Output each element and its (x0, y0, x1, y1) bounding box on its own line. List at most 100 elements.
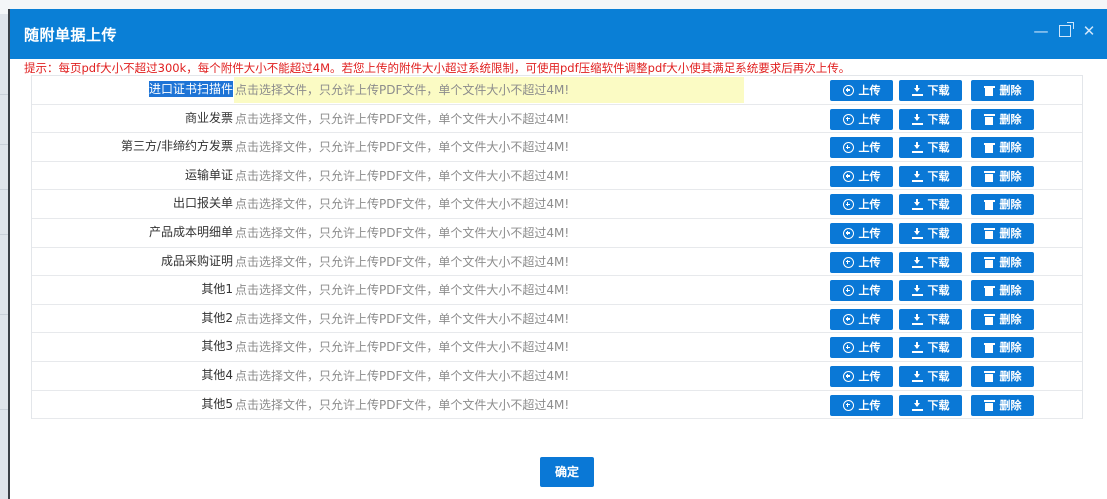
row-label: 产品成本明细单 (32, 219, 233, 247)
download-button[interactable]: 下载 (899, 137, 962, 159)
delete-button[interactable]: 删除 (971, 194, 1034, 216)
upload-button[interactable]: 上传 (830, 222, 893, 244)
file-select-field[interactable]: 点击选择文件，只允许上传PDF文件，单个文件大小不超过4M! (234, 392, 744, 418)
download-button[interactable]: 下载 (899, 108, 962, 130)
delete-label: 删除 (999, 84, 1022, 97)
trash-icon (983, 400, 995, 411)
delete-label: 删除 (999, 198, 1022, 212)
attachment-table: 进口证书扫描件 点击选择文件，只允许上传PDF文件，单个文件大小不超过4M! 上… (31, 75, 1083, 420)
upload-button[interactable]: 上传 (830, 194, 893, 216)
plus-circle-icon (842, 113, 854, 125)
upload-label: 上传 (858, 284, 881, 298)
row-label: 进口证书扫描件 (32, 76, 233, 104)
upload-button[interactable]: 上传 (830, 365, 893, 387)
upload-label: 上传 (858, 141, 881, 155)
row-label: 其他5 (32, 391, 233, 419)
delete-button[interactable]: 删除 (971, 280, 1034, 302)
download-icon (911, 313, 923, 325)
plus-circle-icon (842, 256, 854, 268)
upload-label: 上传 (858, 341, 881, 355)
row-label: 运输单证 (32, 162, 233, 190)
upload-button[interactable]: 上传 (830, 251, 893, 273)
file-select-field[interactable]: 点击选择文件，只允许上传PDF文件，单个文件大小不超过4M! (234, 277, 744, 303)
download-label: 下载 (927, 369, 950, 383)
download-button[interactable]: 下载 (899, 165, 962, 187)
dialog-titlebar: 随附单据上传 — ✕ (10, 9, 1107, 59)
delete-button[interactable]: 删除 (971, 222, 1034, 244)
file-select-field[interactable]: 点击选择文件，只允许上传PDF文件，单个文件大小不超过4M! (234, 191, 744, 217)
delete-label: 删除 (999, 284, 1022, 298)
delete-label: 删除 (999, 341, 1022, 355)
file-select-field[interactable]: 点击选择文件，只允许上传PDF文件，单个文件大小不超过4M! (234, 163, 744, 189)
maximize-icon[interactable] (1057, 21, 1074, 41)
row-label-text: 其他3 (201, 339, 233, 354)
upload-button[interactable]: 上传 (830, 337, 893, 359)
delete-label: 删除 (999, 169, 1022, 183)
file-select-field[interactable]: 点击选择文件，只允许上传PDF文件，单个文件大小不超过4M! (234, 220, 744, 246)
confirm-button[interactable]: 确定 (540, 457, 594, 487)
table-row: 成品采购证明 点击选择文件，只允许上传PDF文件，单个文件大小不超过4M! 上传… (32, 248, 1082, 277)
row-label-text: 产品成本明细单 (148, 224, 233, 239)
dialog-title: 随附单据上传 (24, 26, 118, 44)
download-icon (911, 113, 923, 125)
download-button[interactable]: 下载 (899, 394, 962, 416)
download-label: 下载 (927, 198, 950, 212)
upload-button[interactable]: 上传 (830, 280, 893, 302)
delete-label: 删除 (999, 369, 1022, 383)
delete-button[interactable]: 删除 (971, 251, 1034, 273)
delete-button[interactable]: 删除 (971, 137, 1034, 159)
upload-label: 上传 (858, 84, 881, 97)
file-select-field[interactable]: 点击选择文件，只允许上传PDF文件，单个文件大小不超过4M! (234, 106, 744, 132)
upload-button[interactable]: 上传 (830, 80, 893, 101)
file-select-field[interactable]: 点击选择文件，只允许上传PDF文件，单个文件大小不超过4M! (234, 334, 744, 360)
row-label: 其他2 (32, 305, 233, 333)
file-select-field[interactable]: 点击选择文件，只允许上传PDF文件，单个文件大小不超过4M! (234, 249, 744, 275)
table-row: 其他4 点击选择文件，只允许上传PDF文件，单个文件大小不超过4M! 上传 下载… (32, 362, 1082, 391)
row-actions: 上传 下载 删除 (830, 394, 1034, 416)
delete-button[interactable]: 删除 (971, 394, 1034, 416)
delete-button[interactable]: 删除 (971, 365, 1034, 387)
delete-label: 删除 (999, 112, 1022, 126)
upload-button[interactable]: 上传 (830, 308, 893, 330)
file-select-field[interactable]: 点击选择文件，只允许上传PDF文件，单个文件大小不超过4M! (234, 306, 744, 332)
download-button[interactable]: 下载 (899, 80, 962, 101)
upload-button[interactable]: 上传 (830, 108, 893, 130)
delete-button[interactable]: 删除 (971, 80, 1034, 101)
plus-circle-icon (842, 399, 854, 411)
download-icon (911, 142, 923, 154)
delete-button[interactable]: 删除 (971, 165, 1034, 187)
download-label: 下载 (927, 398, 950, 412)
download-button[interactable]: 下载 (899, 337, 962, 359)
download-button[interactable]: 下载 (899, 251, 962, 273)
file-select-field[interactable]: 点击选择文件，只允许上传PDF文件，单个文件大小不超过4M! (234, 134, 744, 160)
table-row: 其他1 点击选择文件，只允许上传PDF文件，单个文件大小不超过4M! 上传 下载… (32, 276, 1082, 305)
row-label: 第三方/非缔约方发票 (32, 133, 233, 161)
upload-button[interactable]: 上传 (830, 394, 893, 416)
plus-circle-icon (842, 313, 854, 325)
table-row: 进口证书扫描件 点击选择文件，只允许上传PDF文件，单个文件大小不超过4M! 上… (32, 76, 1082, 105)
file-select-field[interactable]: 点击选择文件，只允许上传PDF文件，单个文件大小不超过4M! (234, 77, 744, 103)
download-button[interactable]: 下载 (899, 308, 962, 330)
download-icon (911, 370, 923, 382)
trash-icon (983, 314, 995, 325)
upload-button[interactable]: 上传 (830, 137, 893, 159)
minimize-icon[interactable]: — (1033, 21, 1049, 41)
delete-button[interactable]: 删除 (971, 108, 1034, 130)
delete-label: 删除 (999, 226, 1022, 240)
close-icon[interactable]: ✕ (1081, 21, 1097, 41)
row-label: 其他1 (32, 276, 233, 304)
row-actions: 上传 下载 删除 (830, 280, 1034, 302)
download-label: 下载 (927, 141, 950, 155)
delete-button[interactable]: 删除 (971, 308, 1034, 330)
trash-icon (983, 114, 995, 125)
delete-button[interactable]: 删除 (971, 337, 1034, 359)
download-button[interactable]: 下载 (899, 222, 962, 244)
download-label: 下载 (927, 312, 950, 326)
upload-button[interactable]: 上传 (830, 165, 893, 187)
row-label-text: 其他1 (201, 282, 233, 297)
download-button[interactable]: 下载 (899, 365, 962, 387)
row-actions: 上传 下载 删除 (830, 137, 1034, 159)
file-select-field[interactable]: 点击选择文件，只允许上传PDF文件，单个文件大小不超过4M! (234, 363, 744, 389)
download-button[interactable]: 下载 (899, 280, 962, 302)
download-button[interactable]: 下载 (899, 194, 962, 216)
